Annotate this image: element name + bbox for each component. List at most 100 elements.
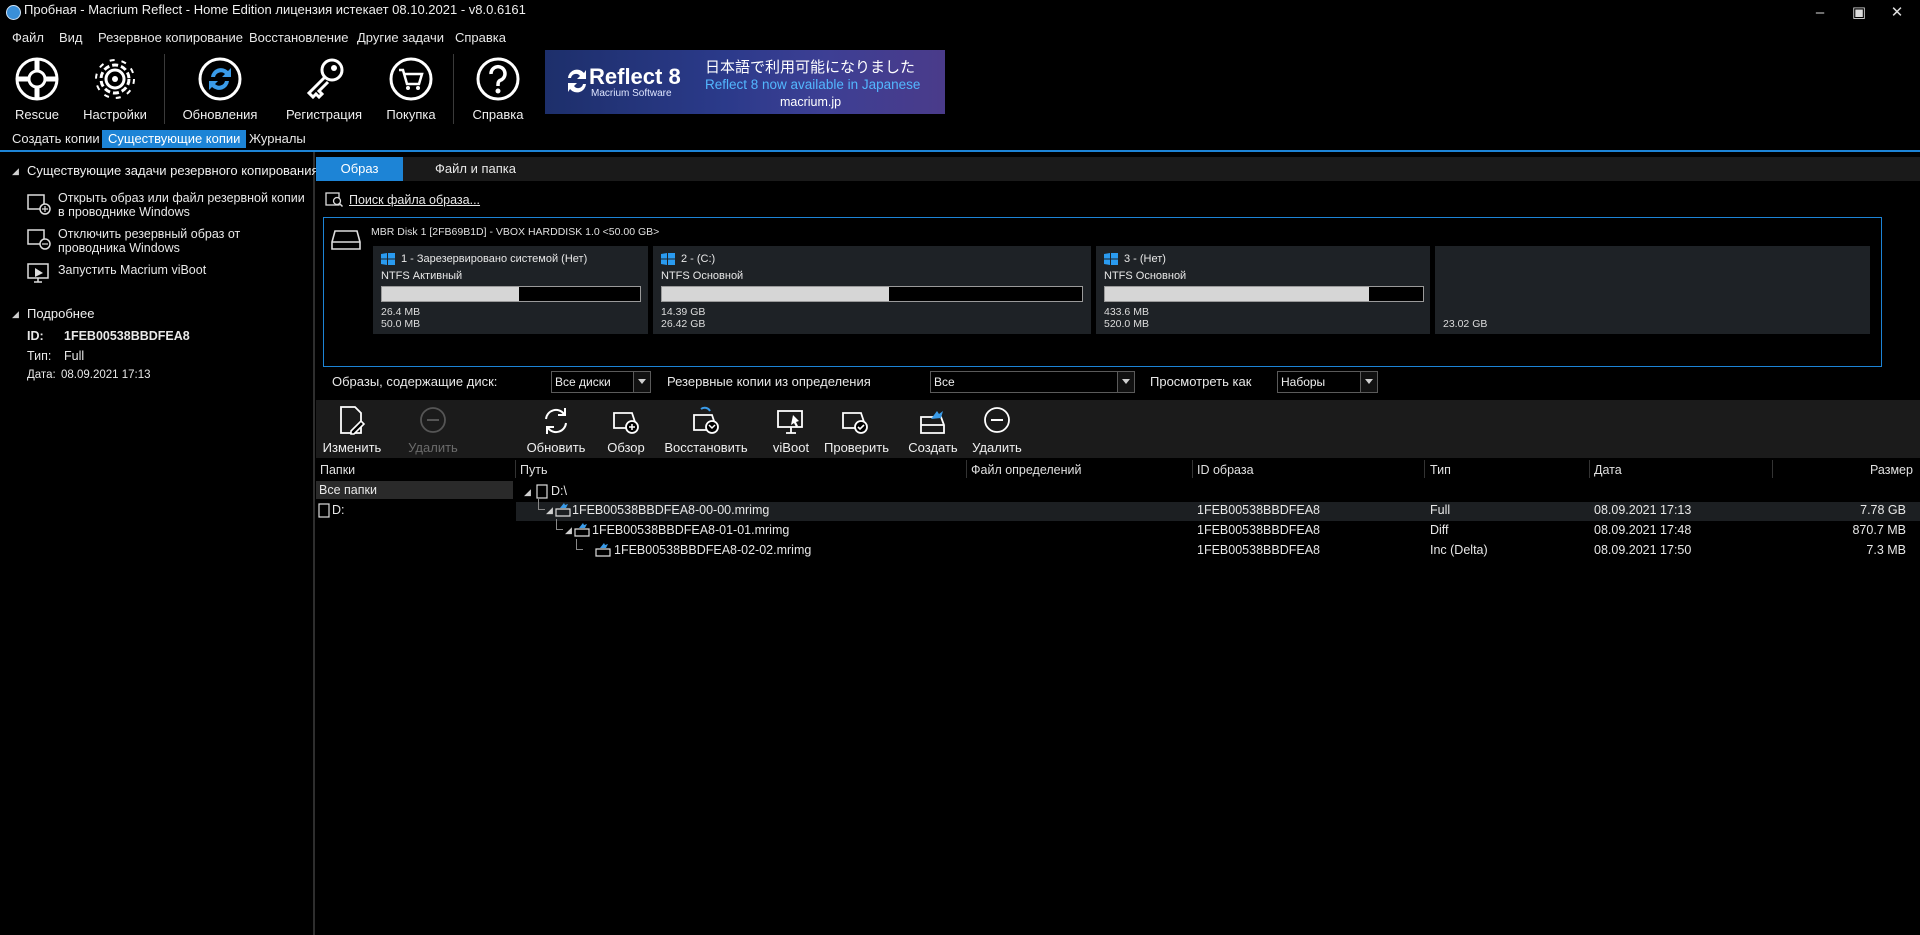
viboot-button[interactable]: viBoot <box>766 400 816 458</box>
row-date: 08.09.2021 17:50 <box>1594 543 1692 557</box>
col-size[interactable]: Размер <box>1870 463 1913 477</box>
column-separator[interactable] <box>1772 460 1773 478</box>
menu-bar: Файл Вид Резервное копирование Восстанов… <box>0 26 1920 50</box>
tab-create-backups[interactable]: Создать копии <box>6 130 106 148</box>
column-separator[interactable] <box>515 460 516 478</box>
task-detach-image[interactable]: Отключить резервный образ от проводника … <box>58 227 308 255</box>
expand-triangle-icon[interactable]: ◢ <box>546 505 553 516</box>
root-path[interactable]: D:\ <box>551 484 567 498</box>
folder-d[interactable]: D: <box>316 501 513 519</box>
browse-button[interactable]: Обзор <box>598 400 654 458</box>
partition-name: 3 - (Нет) <box>1124 253 1166 265</box>
cart-icon <box>389 57 433 101</box>
rescue-button[interactable]: Rescue <box>0 50 77 128</box>
partition-fs: NTFS Основной <box>1104 270 1187 282</box>
delete-definition-button[interactable]: Удалить <box>408 400 458 458</box>
detach-image-icon <box>27 229 51 250</box>
edit-button[interactable]: Изменить <box>322 400 382 458</box>
restore-button[interactable]: ▣ <box>1842 2 1876 24</box>
expand-triangle-icon[interactable]: ◢ <box>524 487 531 498</box>
window-title: Пробная - Macrium Reflect - Home Edition… <box>24 2 526 17</box>
tab-existing-backups[interactable]: Существующие копии <box>102 130 247 148</box>
subtab-file-folder[interactable]: Файл и папка <box>418 157 533 181</box>
delete-label: Удалить <box>972 440 1022 455</box>
refresh-label: Обновить <box>526 440 586 455</box>
task-open-image[interactable]: Открыть образ или файл резервной копии в… <box>58 191 308 219</box>
create-button[interactable]: Создать <box>908 400 958 458</box>
updates-button[interactable]: Обновления <box>180 50 260 128</box>
folder-all-label: Все папки <box>319 483 377 497</box>
tree-line <box>538 499 545 510</box>
collapse-triangle-icon[interactable]: ◢ <box>12 309 19 320</box>
detail-id-label: ID: <box>27 329 44 343</box>
col-path[interactable]: Путь <box>520 463 547 477</box>
refresh-button[interactable]: Обновить <box>526 400 586 458</box>
chevron-down-icon <box>1117 372 1134 392</box>
disk-filter-select[interactable]: Все диски <box>551 371 651 393</box>
definition-filter-select[interactable]: Все <box>930 371 1135 393</box>
restore-image-button[interactable]: Восстановить <box>664 400 748 458</box>
banner-url[interactable]: macrium.jp <box>780 95 841 109</box>
registration-button[interactable]: Регистрация <box>284 50 364 128</box>
column-separator[interactable] <box>1589 460 1590 478</box>
registration-label: Регистрация <box>286 107 362 122</box>
subtab-image[interactable]: Образ <box>316 157 403 181</box>
update-icon <box>198 57 242 101</box>
menu-restore[interactable]: Восстановление <box>249 30 348 45</box>
help-button[interactable]: Справка <box>458 50 538 128</box>
col-image-id[interactable]: ID образа <box>1197 463 1254 477</box>
purchase-button[interactable]: Покупка <box>371 50 451 128</box>
minus-circle-icon <box>984 407 1010 433</box>
tree-line <box>576 539 583 550</box>
menu-help[interactable]: Справка <box>455 30 506 45</box>
verify-icon <box>842 412 868 434</box>
partition-3[interactable]: 3 - (Нет) NTFS Основной 433.6 MB 520.0 M… <box>1096 246 1430 334</box>
partition-total: 50.0 MB <box>381 318 421 330</box>
windows-icon <box>1104 253 1118 265</box>
app-logo-icon <box>6 5 21 20</box>
row-path[interactable]: 1FEB00538BBDFEA8-00-00.mrimg <box>572 503 769 517</box>
col-type[interactable]: Тип <box>1430 463 1451 477</box>
column-separator[interactable] <box>966 460 967 478</box>
partition-2[interactable]: 2 - (C:) NTFS Основной 14.39 GB 26.42 GB <box>653 246 1091 334</box>
task-launch-viboot[interactable]: Запустить Macrium viBoot <box>58 263 308 277</box>
expand-triangle-icon[interactable]: ◢ <box>565 525 572 536</box>
partition-usage-fill <box>382 287 519 301</box>
partition-usage-bar <box>381 286 641 302</box>
detail-type-value: Full <box>64 349 85 363</box>
partition-1[interactable]: 1 - Зарезервировано системой (Нет) NTFS … <box>373 246 648 334</box>
collapse-triangle-icon[interactable]: ◢ <box>12 166 19 177</box>
promo-banner[interactable]: Reflect 8 Macrium Software 日本語で利用可能になりまし… <box>545 50 945 114</box>
menu-view[interactable]: Вид <box>59 30 83 45</box>
view-as-select[interactable]: Наборы <box>1277 371 1378 393</box>
tab-logs[interactable]: Журналы <box>243 130 312 148</box>
verify-button[interactable]: Проверить <box>824 400 889 458</box>
updates-label: Обновления <box>182 107 258 122</box>
detail-id-value: 1FEB00538BBDFEA8 <box>64 329 190 343</box>
partition-name: 1 - Зарезервировано системой (Нет) <box>401 253 588 265</box>
menu-backup[interactable]: Резервное копирование <box>98 30 243 45</box>
column-separator[interactable] <box>1424 460 1425 478</box>
menu-other-tasks[interactable]: Другие задачи <box>357 30 444 45</box>
menu-file[interactable]: Файл <box>12 30 44 45</box>
search-image-link[interactable]: Поиск файла образа... <box>349 193 480 207</box>
delete-button[interactable]: Удалить <box>972 400 1022 458</box>
row-path[interactable]: 1FEB00538BBDFEA8-02-02.mrimg <box>614 543 811 557</box>
col-definition-file[interactable]: Файл определений <box>971 463 1082 477</box>
folder-all[interactable]: Все папки <box>316 481 513 499</box>
unallocated-space[interactable]: 23.02 GB <box>1435 246 1870 334</box>
row-type: Inc (Delta) <box>1430 543 1488 557</box>
row-path[interactable]: 1FEB00538BBDFEA8-01-01.mrimg <box>592 523 789 537</box>
row-image-id: 1FEB00538BBDFEA8 <box>1197 523 1320 537</box>
col-folders[interactable]: Папки <box>320 463 355 477</box>
chevron-down-icon <box>1360 372 1377 392</box>
edit-icon <box>340 406 366 435</box>
viboot-icon <box>777 410 803 434</box>
col-date[interactable]: Дата <box>1594 463 1622 477</box>
restore-image-label: Восстановить <box>664 440 748 455</box>
column-separator[interactable] <box>1192 460 1193 478</box>
settings-button[interactable]: Настройки <box>75 50 155 128</box>
partition-used: 26.4 MB <box>381 306 421 318</box>
close-button[interactable]: ✕ <box>1880 2 1914 24</box>
minimize-button[interactable]: – <box>1803 2 1837 24</box>
